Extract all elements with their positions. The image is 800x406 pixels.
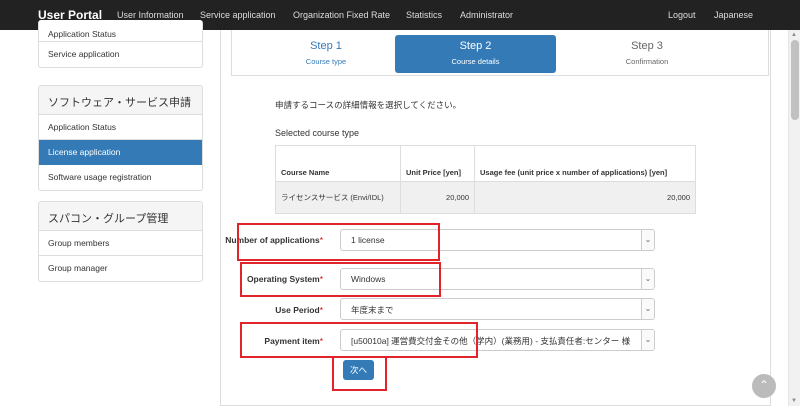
use-period-label: Use Period* (213, 304, 323, 316)
step-2[interactable]: Step 2 Course details (395, 35, 556, 73)
scrollbar-thumb[interactable] (791, 40, 799, 120)
select-value: 年度末まで (351, 305, 394, 315)
page-scrollbar[interactable]: ▲ ▼ (788, 30, 800, 406)
page: User Portal User Information Service app… (0, 0, 800, 406)
payment-item-select[interactable]: [u50010a] 運営費交付金その他（学内）(業務用) - 支払責任者:センタ… (340, 329, 655, 351)
sidebar-panel-group: スパコン・グループ管理 Group members Group manager (38, 201, 203, 282)
applications-select[interactable]: 1 license ⌄ (340, 229, 655, 251)
label-text: Use Period (275, 305, 320, 315)
column-header: Usage fee (unit price x number of applic… (474, 145, 696, 182)
sidebar-panel-software: ソフトウェア・サービス申請 Application Status License… (38, 85, 203, 191)
sidebar-panel-title: スパコン・グループ管理 (39, 202, 202, 231)
select-value: Windows (351, 274, 386, 284)
sidebar-item-license-application[interactable]: License application (39, 140, 202, 165)
required-mark: * (319, 305, 323, 315)
nav-organization-fixed-rate[interactable]: Organization Fixed Rate (293, 10, 390, 20)
step-title: Step 2 (459, 40, 492, 52)
step-title: Step 1 (310, 40, 342, 52)
label-text: Payment item (264, 336, 320, 346)
payment-item-label: Payment item* (213, 335, 323, 347)
section-title: Selected course type (275, 128, 360, 138)
required-mark: * (319, 235, 323, 245)
sidebar-item-application-status[interactable]: Application Status (39, 115, 202, 140)
usage-fee-cell: 20,000 (474, 181, 696, 214)
nav-statistics[interactable]: Statistics (406, 10, 442, 20)
chevron-down-icon: ⌄ (641, 230, 654, 250)
label-text: Operating System (246, 274, 320, 284)
step-1[interactable]: Step 1 Course type (246, 35, 406, 73)
os-label: Operating System* (213, 273, 323, 285)
scroll-down-icon[interactable]: ▼ (791, 398, 797, 404)
column-header: Unit Price [yen] (400, 145, 475, 182)
nav-logout[interactable]: Logout (668, 10, 696, 20)
step-subtitle: Course details (451, 57, 500, 66)
sidebar-item-group-members[interactable]: Group members (39, 231, 202, 256)
sidebar-item-service-application[interactable]: Service application (39, 42, 202, 67)
course-table: Course Name Unit Price [yen] Usage fee (… (275, 145, 696, 214)
applications-label: Number of applications* (213, 234, 323, 246)
sidebar-panel-title: ソフトウェア・サービス申請 (39, 86, 202, 115)
sidebar-item-software-usage-registration[interactable]: Software usage registration (39, 165, 202, 190)
sidebar-panel-services: Application Status Service application (38, 20, 203, 68)
table-header-row: Course Name Unit Price [yen] Usage fee (… (275, 145, 696, 182)
table-row: ライセンスサービス (Envi/IDL) 20,000 20,000 (275, 181, 696, 214)
step-wizard: Step 1 Course type Step 2 Course details… (231, 30, 769, 76)
next-button[interactable]: 次へ (343, 360, 374, 380)
instruction-text: 申請するコースの詳細情報を選択してください。 (275, 100, 462, 110)
label-text: Number of applications (225, 235, 320, 245)
step-subtitle: Confirmation (625, 57, 669, 66)
chevron-down-icon: ⌄ (641, 269, 654, 289)
sidebar-item-application-status[interactable]: Application Status (39, 20, 202, 42)
column-header: Course Name (275, 145, 401, 182)
nav-service-application[interactable]: Service application (200, 10, 276, 20)
use-period-select[interactable]: 年度末まで ⌄ (340, 298, 655, 320)
step-title: Step 3 (631, 40, 663, 52)
step-3: Step 3 Confirmation (567, 35, 727, 73)
unit-price-cell: 20,000 (400, 181, 475, 214)
sidebar-item-group-manager[interactable]: Group manager (39, 256, 202, 281)
chevron-up-icon[interactable]: ⌃ (752, 374, 776, 398)
select-value: 1 license (351, 235, 385, 245)
nav-administrator[interactable]: Administrator (460, 10, 513, 20)
chevron-down-icon: ⌄ (641, 299, 654, 319)
chevron-down-icon: ⌄ (641, 330, 654, 350)
scroll-up-icon[interactable]: ▲ (791, 32, 797, 38)
step-subtitle: Course type (305, 57, 347, 66)
nav-user-information[interactable]: User Information (117, 10, 184, 20)
select-value: [u50010a] 運営費交付金その他（学内）(業務用) - 支払責任者:センタ… (351, 336, 631, 346)
os-select[interactable]: Windows ⌄ (340, 268, 655, 290)
required-mark: * (319, 336, 323, 346)
required-mark: * (319, 274, 323, 284)
nav-language[interactable]: Japanese (714, 10, 753, 20)
course-name-cell: ライセンスサービス (Envi/IDL) (275, 181, 401, 214)
